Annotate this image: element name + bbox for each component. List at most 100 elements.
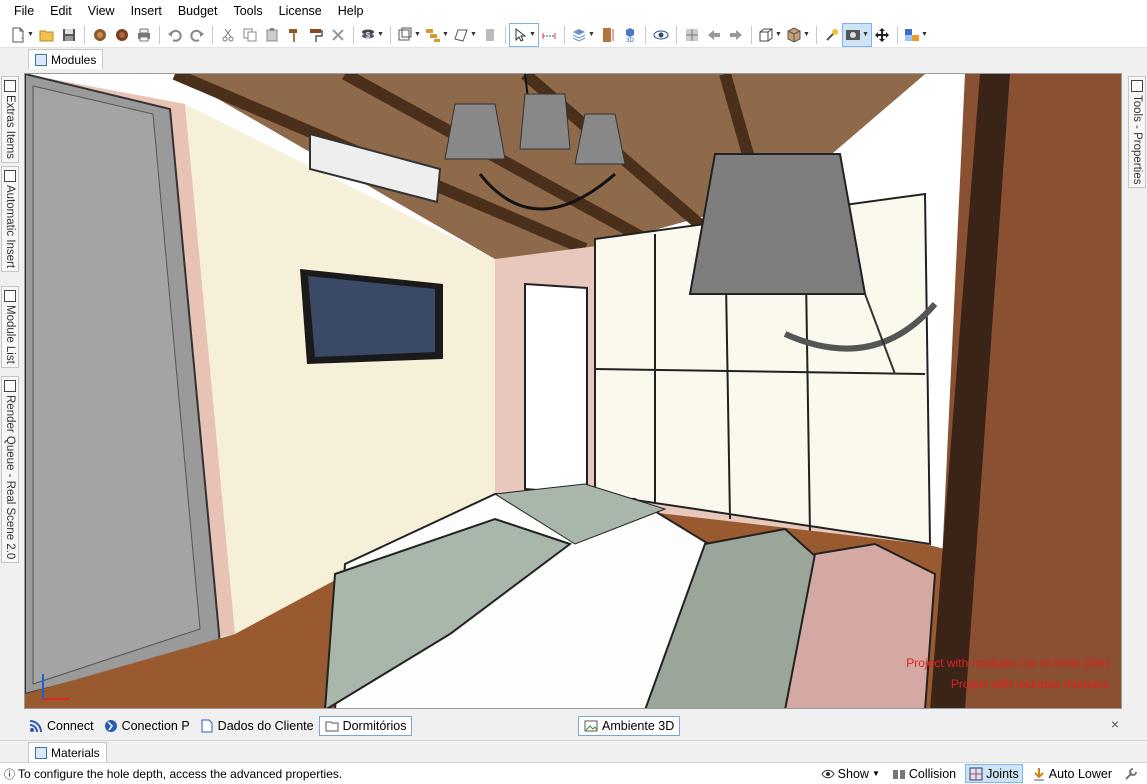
collision-toggle[interactable]: Collision — [889, 764, 959, 783]
close-tab-button[interactable]: × — [1111, 716, 1119, 732]
show-dropdown[interactable]: Show ▼ — [818, 764, 883, 783]
image-icon — [584, 720, 598, 732]
toolbar-separator — [84, 25, 85, 44]
layers-icon[interactable]: ▼ — [423, 24, 451, 46]
wrench-icon — [1125, 767, 1137, 780]
tab-materials[interactable]: Materials — [28, 742, 107, 762]
render-queue-icon — [4, 380, 16, 392]
open-folder-icon[interactable] — [36, 24, 58, 46]
3d-scene-render[interactable] — [25, 74, 1122, 709]
joints-toggle[interactable]: Joints — [965, 764, 1023, 783]
cut-icon[interactable] — [217, 24, 239, 46]
bookcase-icon[interactable] — [597, 24, 619, 46]
toolbar-separator — [751, 25, 752, 44]
toolbar-separator — [212, 25, 213, 44]
toolbar-separator — [353, 25, 354, 44]
globe-icon — [104, 720, 117, 732]
hammer-icon[interactable] — [283, 24, 305, 46]
tab-connect[interactable]: Connect — [24, 716, 99, 736]
wall-icon[interactable] — [479, 24, 501, 46]
status-message-text: To configure the hole depth, access the … — [18, 766, 343, 781]
toolbar-separator — [390, 25, 391, 44]
money-icon[interactable]: $ ▼ — [358, 24, 386, 46]
auto-insert-icon — [4, 170, 16, 182]
render-icon[interactable] — [89, 24, 111, 46]
palette-icon[interactable]: ▼ — [902, 24, 930, 46]
menu-insert[interactable]: Insert — [123, 0, 170, 22]
undo-icon[interactable] — [164, 24, 186, 46]
modules-icon — [35, 53, 47, 66]
tab-dormitorios[interactable]: Dormitórios — [318, 716, 413, 736]
pointer-icon[interactable]: ▼ — [509, 22, 539, 47]
chevron-down-icon: ▼ — [871, 769, 880, 778]
delete-icon[interactable] — [327, 24, 349, 46]
eye-icon[interactable] — [650, 24, 672, 46]
light-icon[interactable] — [821, 24, 843, 46]
box-view-icon[interactable]: ▼ — [756, 24, 784, 46]
select-frame-icon[interactable]: ▼ — [395, 24, 423, 46]
tab-modules[interactable]: Modules — [28, 49, 104, 69]
arrow-left-icon[interactable] — [703, 24, 725, 46]
cube-icon[interactable]: ▼ — [784, 24, 812, 46]
new-file-icon[interactable]: ▼ — [8, 24, 36, 46]
copy-icon[interactable] — [239, 24, 261, 46]
status-bar: ⓘ To configure the hole depth, access th… — [0, 762, 1147, 784]
redo-icon[interactable] — [186, 24, 208, 46]
auto-lower-label: Auto Lower — [1048, 766, 1112, 781]
door — [524, 282, 588, 496]
toolbar-separator — [645, 25, 646, 44]
render-alt-icon[interactable] — [111, 24, 133, 46]
right-panel-strip: Tools - Properties — [1127, 72, 1147, 712]
panel-tab-render-queue[interactable]: Render Queue - Real Scene 2.0 — [1, 376, 19, 564]
panel-tab-automatic-insert[interactable]: Automatic Insert — [1, 166, 19, 273]
collision-icon — [892, 769, 905, 779]
tab-conection-p-label: Conection P — [121, 719, 190, 733]
3d-layers-icon[interactable]: ▼ — [569, 24, 597, 46]
measure-icon[interactable] — [538, 24, 560, 46]
left-panel-strip: Extras Items Automatic Insert Module Lis… — [0, 72, 20, 712]
status-message: ⓘ To configure the hole depth, access th… — [4, 766, 342, 782]
tools-icon — [1131, 80, 1143, 92]
save-icon[interactable] — [58, 24, 80, 46]
3d-viewport[interactable]: Project with modules out of limits (the)… — [24, 73, 1122, 709]
tab-conection-p[interactable]: Conection P — [99, 716, 195, 736]
tab-materials-label: Materials — [51, 745, 100, 760]
tab-modules-label: Modules — [51, 52, 97, 67]
move-icon[interactable] — [871, 24, 893, 46]
document-tab-strip: Modules — [0, 48, 1147, 70]
toolbar-separator — [816, 25, 817, 44]
3d-view-icon[interactable]: 3D — [619, 24, 641, 46]
settings-tool[interactable] — [1121, 764, 1141, 783]
menu-help[interactable]: Help — [330, 0, 372, 22]
menu-edit[interactable]: Edit — [42, 0, 80, 22]
svg-text:$: $ — [366, 31, 371, 40]
toolbar-separator — [505, 25, 506, 44]
tab-dados-do-cliente[interactable]: Dados do Cliente — [195, 716, 319, 736]
menu-file[interactable]: File — [6, 0, 42, 22]
auto-lower-toggle[interactable]: Auto Lower — [1029, 764, 1115, 783]
tab-connect-label: Connect — [47, 719, 94, 733]
tab-dormitorios-label: Dormitórios — [342, 719, 407, 733]
arrow-right-icon[interactable] — [725, 24, 747, 46]
paint-roller-icon[interactable] — [305, 24, 327, 46]
panel-tab-tools-properties[interactable]: Tools - Properties — [1128, 76, 1146, 189]
tab-ambiente-3d-label: Ambiente 3D — [602, 719, 675, 733]
panel-tab-extras-items[interactable]: Extras Items — [1, 76, 19, 163]
menu-budget[interactable]: Budget — [170, 0, 226, 22]
menu-view[interactable]: View — [80, 0, 123, 22]
toolbar-separator — [897, 25, 898, 44]
texture-icon[interactable] — [681, 24, 703, 46]
menu-tools[interactable]: Tools — [225, 0, 270, 22]
lasso-icon[interactable]: ▼ — [451, 24, 479, 46]
tab-ambiente-3d[interactable]: Ambiente 3D — [578, 716, 681, 736]
info-icon: ⓘ — [4, 768, 15, 781]
menu-bar: File Edit View Insert Budget Tools Licen… — [0, 0, 1147, 22]
collision-label: Collision — [908, 766, 957, 781]
main-toolbar: ▼ $ ▼ ▼ ▼ ▼ ▼ ▼ 3D ▼ ▼ ▼ ▼ — [0, 22, 1147, 48]
menu-license[interactable]: License — [271, 0, 330, 22]
camera-icon[interactable]: ▼ — [842, 22, 872, 47]
print-icon[interactable] — [133, 24, 155, 46]
materials-icon — [35, 746, 47, 759]
paste-icon[interactable] — [261, 24, 283, 46]
panel-tab-module-list[interactable]: Module List — [1, 286, 19, 368]
